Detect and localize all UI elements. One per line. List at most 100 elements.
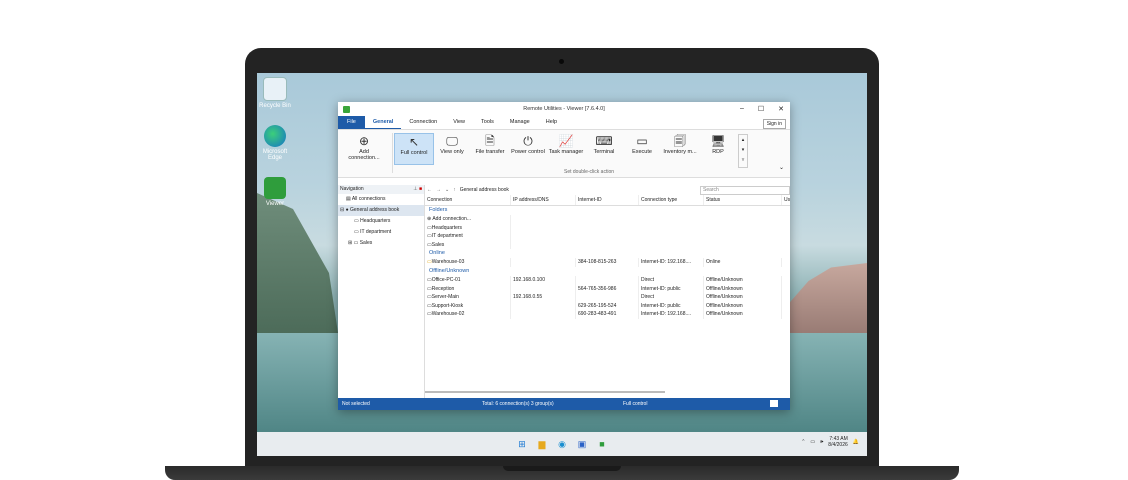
- grid-header: Connection IP address/DNS Internet-ID Co…: [425, 195, 790, 206]
- history-chevron-icon[interactable]: ⌄: [445, 187, 449, 193]
- menu-general[interactable]: General: [364, 117, 402, 129]
- back-icon[interactable]: ←: [427, 187, 432, 193]
- table-row[interactable]: ▭Warehouse-02 690-283-483-491 Internet-I…: [425, 310, 790, 319]
- power-icon: ⏻: [523, 134, 533, 148]
- close-pane-icon[interactable]: ■: [419, 186, 422, 192]
- ribbon-caption: Set double-click action: [563, 169, 615, 175]
- search-input[interactable]: Search: [700, 185, 790, 195]
- horizontal-scrollbar[interactable]: [425, 391, 665, 393]
- list-item[interactable]: ▭IT department: [425, 232, 790, 241]
- column-internet-id[interactable]: Internet-ID: [576, 195, 639, 205]
- viewer-window: Remote Utilities - Viewer [7.6.4.0] – ☐ …: [338, 102, 790, 410]
- add-connection-icon: ⊕: [427, 216, 432, 222]
- monitor-icon: 🖵: [446, 134, 458, 148]
- inventory-icon: 🗐: [674, 134, 686, 148]
- desktop-icon-viewer[interactable]: Viewer: [257, 177, 295, 207]
- desktop-icon-edge[interactable]: Microsoft Edge: [257, 125, 295, 161]
- column-connection[interactable]: Connection: [425, 195, 511, 205]
- windows-start-icon[interactable]: ⊞: [516, 438, 528, 450]
- minimize-button[interactable]: –: [740, 105, 744, 113]
- connections-icon: ▤: [346, 196, 351, 202]
- forward-icon[interactable]: →: [436, 187, 441, 193]
- execute-icon: ▭: [636, 134, 648, 148]
- laptop-notch: [503, 466, 621, 471]
- status-bar: Not selected Total: 6 connection(s) 3 gr…: [338, 398, 790, 410]
- view-only-button[interactable]: 🖵 View only: [433, 133, 471, 155]
- column-ip[interactable]: IP address/DNS: [511, 195, 576, 205]
- system-tray: ⌃ ▭ 🕪 7:43 AM 8/4/2026 🔔: [801, 436, 859, 448]
- group-offline: Offline/Unknown: [429, 267, 470, 274]
- expand-icon[interactable]: ⊞: [348, 240, 352, 246]
- status-settings-icon[interactable]: [770, 400, 778, 407]
- clock-date: 8/4/2026: [828, 442, 848, 448]
- laptop-base: [165, 466, 959, 480]
- menu-connection[interactable]: Connection: [401, 116, 445, 129]
- list-item[interactable]: ▭Sales: [425, 240, 790, 250]
- tree-item-sales[interactable]: ⊞ ▭ Sales: [338, 238, 424, 249]
- maximize-button[interactable]: ☐: [758, 105, 764, 113]
- add-icon: ⊕: [358, 134, 370, 148]
- menu-file[interactable]: File: [338, 116, 365, 129]
- tree-item-headquarters[interactable]: ▭ Headquarters: [338, 216, 424, 227]
- ribbon-scroller[interactable]: ▴ ▾ ▿: [738, 134, 748, 168]
- menu-help[interactable]: Help: [538, 116, 565, 129]
- ribbon: ⊕ Add connection... ↖ Full control 🖵 Vie…: [338, 130, 790, 178]
- network-icon[interactable]: ▭: [810, 439, 815, 445]
- column-status[interactable]: Status: [704, 195, 782, 205]
- group-folders: Folders: [429, 207, 448, 213]
- folder-icon: ▭: [354, 229, 359, 235]
- taskbar: ⊞ ▆ ◉ ▣ ■ ⌃ ▭ 🕪 7:43 AM 8/4/2026 🔔: [257, 432, 867, 456]
- power-control-button[interactable]: ⏻ Power control: [509, 133, 547, 155]
- column-connection-type[interactable]: Connection type: [639, 195, 704, 205]
- full-control-button[interactable]: ↖ Full control: [394, 133, 434, 165]
- status-mode: Full control: [623, 401, 648, 407]
- tree-item-it-department[interactable]: ▭ IT department: [338, 227, 424, 238]
- table-row[interactable]: ▭Warehouse-03 384-108-815-263 Internet-I…: [425, 258, 790, 267]
- edge-icon[interactable]: ◉: [556, 438, 568, 450]
- viewer-icon[interactable]: ■: [596, 438, 608, 450]
- desktop-icon-recycle-bin[interactable]: Recycle Bin: [257, 77, 295, 109]
- clock[interactable]: 7:43 AM 8/4/2026: [828, 436, 847, 448]
- volume-icon[interactable]: 🕪: [820, 439, 823, 445]
- folder-icon: ▭: [354, 218, 359, 224]
- address-path[interactable]: General address book: [460, 187, 696, 193]
- chevron-up-icon[interactable]: ⌃: [801, 439, 805, 445]
- task-manager-icon: 📈: [558, 134, 574, 148]
- table-row[interactable]: ▭Reception 564-765-356-986 Internet-ID: …: [425, 284, 790, 294]
- execute-button[interactable]: ▭ Execute: [623, 133, 661, 155]
- tree-item-all-connections[interactable]: ▤ All connections: [338, 194, 424, 205]
- add-connection-button[interactable]: ⊕ Add connection...: [344, 133, 384, 161]
- status-selection: Not selected: [342, 401, 370, 407]
- inventory-button[interactable]: 🗐 Inventory m...: [661, 133, 699, 155]
- address-bar: ← → ⌄ ↑ General address book Search: [425, 185, 790, 195]
- recycle-bin-icon: [263, 77, 287, 101]
- collapse-icon[interactable]: ⊟: [340, 207, 344, 213]
- cursor-icon: ↖: [408, 135, 420, 149]
- status-total: Total: 6 connection(s) 3 group(s): [482, 401, 554, 407]
- file-explorer-icon[interactable]: ▆: [536, 438, 548, 450]
- notification-icon[interactable]: 🔔: [853, 439, 859, 445]
- table-row[interactable]: ▭Support-Kiosk 629-265-195-524 Internet-…: [425, 301, 790, 311]
- file-transfer-icon: 🗎: [485, 134, 495, 148]
- store-icon[interactable]: ▣: [576, 438, 588, 450]
- menu-view[interactable]: View: [445, 116, 473, 129]
- list-item[interactable]: ▭Headquarters: [425, 223, 790, 233]
- task-manager-button[interactable]: 📈 Task manager: [547, 133, 585, 155]
- tree-item-general-address-book[interactable]: ⊟ ● General address book: [338, 205, 424, 216]
- title-bar: Remote Utilities - Viewer [7.6.4.0] – ☐ …: [338, 102, 790, 116]
- table-row[interactable]: ▭Office-PC-01 192.168.0.100 Direct Offli…: [425, 275, 790, 285]
- menu-manage[interactable]: Manage: [502, 116, 538, 129]
- up-icon[interactable]: ↑: [453, 187, 456, 193]
- sign-in-button[interactable]: Sign in: [762, 119, 786, 129]
- rdp-icon: 🖥: [710, 134, 726, 148]
- list-item[interactable]: ⊕ Add connection...: [425, 215, 790, 224]
- table-row[interactable]: ▭Server-Main 192.168.0.55 Direct Offline…: [425, 293, 790, 302]
- rdp-button[interactable]: 🖥 RDP: [699, 133, 737, 155]
- file-transfer-button[interactable]: 🗎 File transfer: [471, 133, 509, 155]
- ribbon-divider: [392, 133, 393, 173]
- close-button[interactable]: ✕: [778, 105, 784, 113]
- menu-tools[interactable]: Tools: [473, 116, 502, 129]
- pin-icon[interactable]: ⊥: [413, 186, 417, 192]
- column-user[interactable]: Us: [782, 195, 790, 205]
- terminal-button[interactable]: ⌨ Terminal: [585, 133, 623, 155]
